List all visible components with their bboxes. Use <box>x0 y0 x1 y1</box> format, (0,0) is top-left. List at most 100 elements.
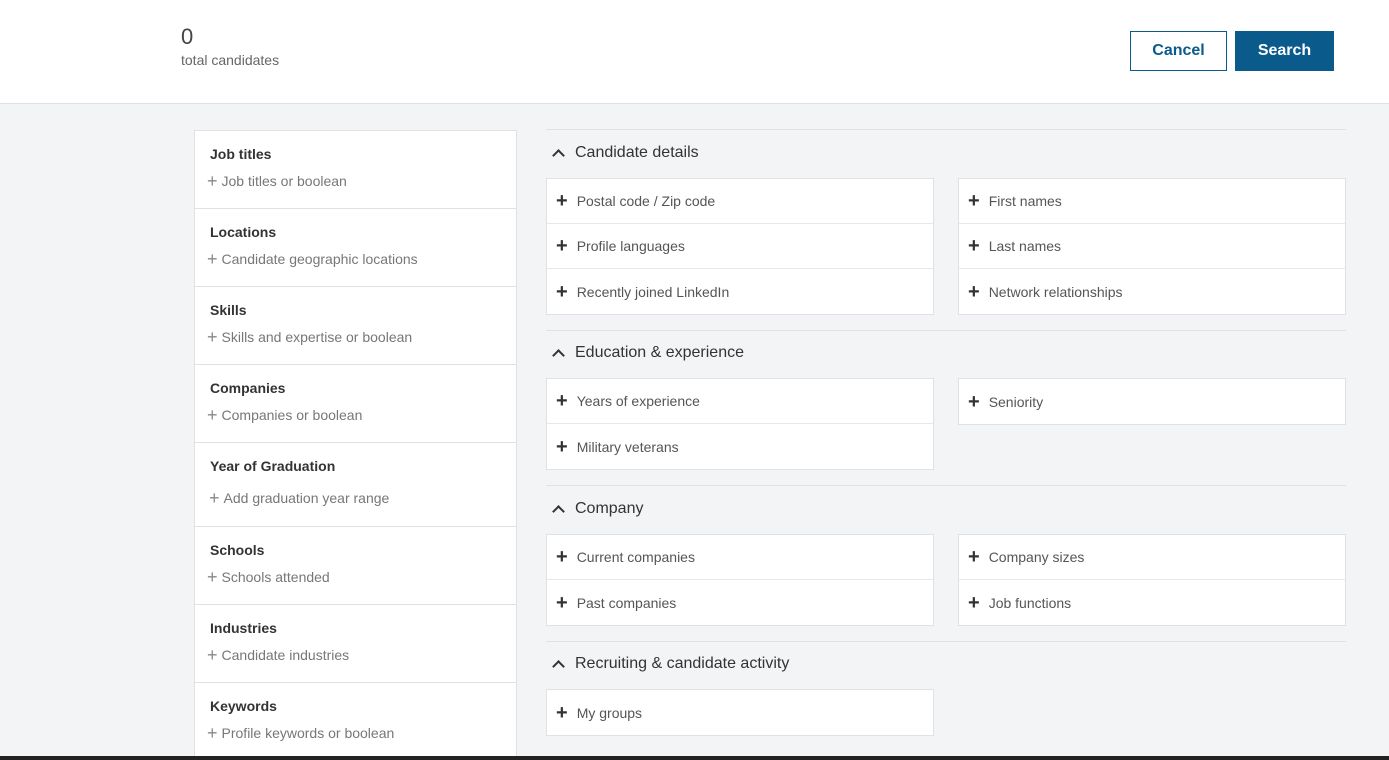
filter-title: Companies <box>210 380 286 396</box>
filter-first-names[interactable]: + First names <box>959 179 1345 224</box>
filter-seniority[interactable]: + Seniority <box>959 379 1345 424</box>
plus-icon: + <box>556 546 568 568</box>
section-divider <box>546 129 1346 130</box>
filter-locations: Locations + Candidate geographic locatio… <box>195 209 516 287</box>
filter-add-locations[interactable]: + Candidate geographic locations <box>207 249 418 269</box>
row-label: Current companies <box>576 549 695 565</box>
filter-placeholder: Profile keywords or boolean <box>221 725 395 741</box>
filter-add-companies[interactable]: + Companies or boolean <box>207 406 363 424</box>
row-label: Network relationships <box>988 283 1123 300</box>
row-label: Military veterans <box>576 438 679 455</box>
filter-add-schools[interactable]: + Schools attended <box>207 567 330 587</box>
filter-recently-joined[interactable]: + Recently joined LinkedIn <box>547 269 933 314</box>
filter-skills: Skills + Skills and expertise or boolean <box>195 287 516 365</box>
plus-icon: + <box>207 645 218 665</box>
row-label: Company sizes <box>988 549 1085 565</box>
plus-icon: + <box>968 546 980 568</box>
filter-placeholder: Add graduation year range <box>223 490 390 506</box>
chevron-up-icon <box>552 148 565 162</box>
filter-companies: Companies + Companies or boolean <box>195 365 516 443</box>
filter-title: Schools <box>210 542 265 558</box>
filter-add-job-titles[interactable]: + Job titles or boolean <box>207 171 347 191</box>
filter-schools: Schools + Schools attended <box>195 527 516 605</box>
row-label: First names <box>988 193 1062 209</box>
filter-add-graduation-year[interactable]: + Add graduation year range <box>207 489 390 507</box>
row-label: Recently joined LinkedIn <box>576 283 730 300</box>
recruiting-left-card: + My groups <box>546 689 934 736</box>
filter-my-groups[interactable]: + My groups <box>547 690 933 735</box>
filter-title: Keywords <box>210 698 277 714</box>
filter-job-titles: Job titles + Job titles or boolean <box>195 131 516 209</box>
section-divider <box>546 485 1346 486</box>
company-right-card: + Company sizes + Job functions <box>958 534 1346 626</box>
total-candidates-count: 0 <box>181 24 194 49</box>
filter-current-companies[interactable]: + Current companies <box>547 535 933 580</box>
plus-icon: + <box>556 390 568 412</box>
plus-icon: + <box>556 701 568 724</box>
row-label: Job functions <box>988 594 1072 611</box>
filter-profile-languages[interactable]: + Profile languages <box>547 224 933 269</box>
plus-icon: + <box>207 567 218 587</box>
chevron-up-icon <box>552 348 565 362</box>
row-label: Last names <box>988 238 1062 254</box>
plus-icon: + <box>968 190 980 212</box>
plus-icon: + <box>968 591 980 614</box>
search-button[interactable]: Search <box>1235 31 1334 71</box>
filter-job-functions[interactable]: + Job functions <box>959 580 1345 625</box>
row-label: Past companies <box>576 594 677 611</box>
plus-icon: + <box>968 280 980 303</box>
row-label: Postal code / Zip code <box>576 193 716 209</box>
section-divider <box>546 330 1346 331</box>
row-label: My groups <box>576 704 643 721</box>
filter-title: Locations <box>210 224 277 240</box>
plus-icon: + <box>968 390 980 413</box>
company-left-card: + Current companies + Past companies <box>546 534 934 626</box>
education-right-card: + Seniority <box>958 378 1346 425</box>
row-label: Seniority <box>988 393 1044 410</box>
cancel-button[interactable]: Cancel <box>1130 31 1227 71</box>
filter-last-names[interactable]: + Last names <box>959 224 1345 269</box>
filter-postal-code[interactable]: + Postal code / Zip code <box>547 179 933 224</box>
filters-panel: Job titles + Job titles or boolean Locat… <box>194 130 517 760</box>
section-toggle-candidate-details[interactable]: Candidate details <box>552 144 699 162</box>
filter-placeholder: Companies or boolean <box>221 407 363 423</box>
filter-year-of-graduation: Year of Graduation + Add graduation year… <box>195 443 516 527</box>
row-label: Profile languages <box>576 238 685 254</box>
filter-company-sizes[interactable]: + Company sizes <box>959 535 1345 580</box>
plus-icon: + <box>556 190 568 212</box>
education-left-card: + Years of experience + Military veterans <box>546 378 934 470</box>
section-title: Candidate details <box>575 144 699 161</box>
filter-years-of-experience[interactable]: + Years of experience <box>547 379 933 424</box>
total-candidates-label: total candidates <box>181 52 280 68</box>
plus-icon: + <box>556 280 568 303</box>
filter-title: Industries <box>210 620 277 636</box>
row-label: Years of experience <box>576 393 700 409</box>
filter-add-skills[interactable]: + Skills and expertise or boolean <box>207 327 413 347</box>
filter-past-companies[interactable]: + Past companies <box>547 580 933 625</box>
plus-icon: + <box>207 327 218 347</box>
filter-placeholder: Candidate industries <box>221 647 350 663</box>
filter-title: Year of Graduation <box>210 458 336 474</box>
plus-icon: + <box>968 235 980 257</box>
section-toggle-education[interactable]: Education & experience <box>552 344 744 362</box>
chevron-up-icon <box>552 659 565 673</box>
filter-title: Skills <box>210 302 247 318</box>
filter-military-veterans[interactable]: + Military veterans <box>547 424 933 469</box>
plus-icon: + <box>207 249 218 269</box>
candidate-details-left-card: + Postal code / Zip code + Profile languag… <box>546 178 934 315</box>
section-toggle-recruiting[interactable]: Recruiting & candidate activity <box>552 655 790 673</box>
filter-keywords: Keywords + Profile keywords or boolean <box>195 683 516 760</box>
filter-add-keywords[interactable]: + Profile keywords or boolean <box>207 723 395 743</box>
section-divider <box>546 641 1346 642</box>
filter-add-industries[interactable]: + Candidate industries <box>207 645 350 665</box>
chevron-up-icon <box>552 504 565 518</box>
section-toggle-company[interactable]: Company <box>552 500 643 518</box>
filter-industries: Industries + Candidate industries <box>195 605 516 683</box>
section-title: Recruiting & candidate activity <box>575 655 790 672</box>
plus-icon: + <box>207 723 218 743</box>
filter-placeholder: Skills and expertise or boolean <box>221 329 413 345</box>
taskbar-edge <box>0 756 1389 760</box>
plus-icon: + <box>556 435 568 458</box>
filter-network-relationships[interactable]: + Network relationships <box>959 269 1345 314</box>
plus-icon: + <box>207 171 218 191</box>
